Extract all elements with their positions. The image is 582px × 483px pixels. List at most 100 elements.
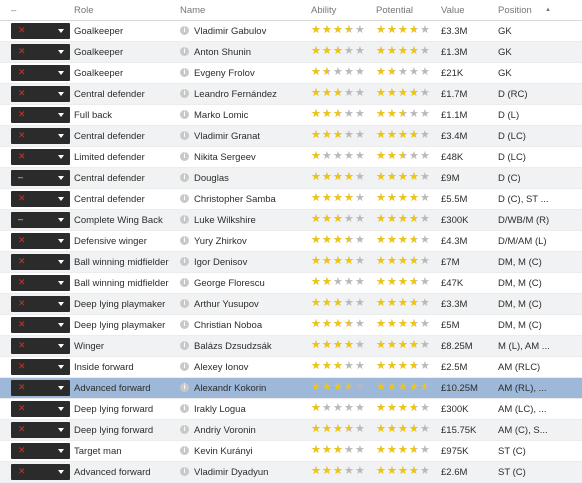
- info-icon[interactable]: i: [180, 425, 189, 434]
- player-name[interactable]: Anton Shunin: [194, 47, 308, 58]
- player-name[interactable]: Leandro Fernández: [194, 89, 308, 100]
- table-row[interactable]: ✕ Advanced forward i Vladimir Dyadyun ★ ★ ★ ★ ★ ★…: [0, 462, 582, 483]
- pick-dropdown[interactable]: ✕: [11, 44, 70, 60]
- player-name[interactable]: Christian Noboa: [194, 320, 308, 331]
- player-name[interactable]: Evgeny Frolov: [194, 68, 308, 79]
- role-label[interactable]: Ball winning midfielder: [74, 278, 178, 289]
- column-header-pkd[interactable]: –: [11, 5, 16, 16]
- player-name[interactable]: Balázs Dzsudzsák: [194, 341, 308, 352]
- table-row[interactable]: ✕ Advanced forward i Alexandr Kokorin ★ ★ ★ ★ ★ ★…: [0, 378, 582, 399]
- info-icon[interactable]: i: [180, 404, 189, 413]
- info-icon[interactable]: i: [180, 467, 189, 476]
- pick-dropdown[interactable]: ✕: [11, 338, 70, 354]
- info-icon[interactable]: i: [180, 47, 189, 56]
- table-row[interactable]: ✕ Deep lying forward i Irakly Logua ★ ★ ★ ★ ★ ★ ★ ★…: [0, 399, 582, 420]
- pick-dropdown[interactable]: –: [11, 170, 70, 186]
- player-name[interactable]: Vladimir Dyadyun: [194, 467, 308, 478]
- pick-dropdown[interactable]: ✕: [11, 23, 70, 39]
- info-icon[interactable]: i: [180, 173, 189, 182]
- table-row[interactable]: – Complete Wing Back i Luke Wilkshire ★ ★ ★ ★ ★ ★…: [0, 210, 582, 231]
- role-label[interactable]: Defensive winger: [74, 236, 178, 247]
- table-row[interactable]: ✕ Target man i Kevin Kurányi ★ ★ ★ ★ ★ ★ ★ ★ ★ ★ ★ ★ ★ ★ ★…: [0, 441, 582, 462]
- pick-dropdown[interactable]: ✕: [11, 107, 70, 123]
- pick-dropdown[interactable]: ✕: [11, 401, 70, 417]
- pick-dropdown[interactable]: ✕: [11, 254, 70, 270]
- role-label[interactable]: Goalkeeper: [74, 68, 178, 79]
- role-label[interactable]: Target man: [74, 446, 178, 457]
- role-label[interactable]: Advanced forward: [74, 383, 178, 394]
- role-label[interactable]: Central defender: [74, 194, 178, 205]
- info-icon[interactable]: i: [180, 299, 189, 308]
- player-name[interactable]: Marko Lomic: [194, 110, 308, 121]
- player-name[interactable]: Kevin Kurányi: [194, 446, 308, 457]
- info-icon[interactable]: i: [180, 194, 189, 203]
- pick-dropdown[interactable]: ✕: [11, 191, 70, 207]
- table-row[interactable]: ✕ Central defender i Leandro Fernández ★ ★ ★ ★ ★…: [0, 84, 582, 105]
- table-row[interactable]: ✕ Deep lying playmaker i Christian Noboa ★ ★ ★…: [0, 315, 582, 336]
- role-label[interactable]: Winger: [74, 341, 178, 352]
- sort-ascending-icon[interactable]: ▲: [545, 7, 551, 13]
- info-icon[interactable]: i: [180, 89, 189, 98]
- info-icon[interactable]: i: [180, 131, 189, 140]
- role-label[interactable]: Deep lying forward: [74, 425, 178, 436]
- info-icon[interactable]: i: [180, 341, 189, 350]
- info-icon[interactable]: i: [180, 257, 189, 266]
- info-icon[interactable]: i: [180, 236, 189, 245]
- table-row[interactable]: ✕ Inside forward i Alexey Ionov ★ ★ ★ ★ ★ ★ ★ ★ ★ ★ ★ ★…: [0, 357, 582, 378]
- role-label[interactable]: Advanced forward: [74, 467, 178, 478]
- column-header-position[interactable]: Position: [498, 5, 532, 16]
- table-row[interactable]: ✕Full backiMarko Lomic★★★★★★★★★★★★★★★★★★…: [0, 105, 582, 126]
- role-label[interactable]: Limited defender: [74, 152, 178, 163]
- pick-dropdown[interactable]: ✕: [11, 443, 70, 459]
- column-header-role[interactable]: Role: [74, 5, 94, 16]
- role-label[interactable]: Central defender: [74, 89, 178, 100]
- table-row[interactable]: ✕ Ball winning midfielder i Igor Denisov ★ ★ ★…: [0, 252, 582, 273]
- table-row[interactable]: ✕ Ball winning midfielder i George Florescu…: [0, 273, 582, 294]
- role-label[interactable]: Deep lying playmaker: [74, 299, 178, 310]
- table-row[interactable]: ✕ Winger i Balázs Dzsudzsák ★ ★ ★ ★ ★ ★ ★ ★ ★ ★ ★ ★ ★ ★ ★ ★…: [0, 336, 582, 357]
- pick-dropdown[interactable]: ✕: [11, 128, 70, 144]
- table-row[interactable]: ✕ Central defender i Christopher Samba ★ ★ ★ ★ ★…: [0, 189, 582, 210]
- info-icon[interactable]: i: [180, 26, 189, 35]
- player-name[interactable]: Yury Zhirkov: [194, 236, 308, 247]
- column-header-name[interactable]: Name: [180, 5, 205, 16]
- pick-dropdown[interactable]: ✕: [11, 380, 70, 396]
- pick-dropdown[interactable]: ✕: [11, 86, 70, 102]
- pick-dropdown[interactable]: ✕: [11, 65, 70, 81]
- player-name[interactable]: Vladimir Granat: [194, 131, 308, 142]
- info-icon[interactable]: i: [180, 278, 189, 287]
- player-name[interactable]: George Florescu: [194, 278, 308, 289]
- table-row[interactable]: ✕ Deep lying forward i Andriy Voronin ★ ★ ★ ★ ★ ★…: [0, 420, 582, 441]
- pick-dropdown[interactable]: ✕: [11, 149, 70, 165]
- table-row[interactable]: ✕ Deep lying playmaker i Arthur Yusupov ★ ★ ★ ★…: [0, 294, 582, 315]
- player-name[interactable]: Arthur Yusupov: [194, 299, 308, 310]
- role-label[interactable]: Full back: [74, 110, 178, 121]
- player-name[interactable]: Alexey Ionov: [194, 362, 308, 373]
- role-label[interactable]: Ball winning midfielder: [74, 257, 178, 268]
- info-icon[interactable]: i: [180, 362, 189, 371]
- player-name[interactable]: Andriy Voronin: [194, 425, 308, 436]
- column-header-ability[interactable]: Ability: [311, 5, 336, 16]
- pick-dropdown[interactable]: ✕: [11, 464, 70, 480]
- table-row[interactable]: ✕ Goalkeeper i Vladimir Gabulov ★ ★ ★ ★ ★ ★ ★ ★ ★ ★ ★ ★…: [0, 21, 582, 42]
- role-label[interactable]: Inside forward: [74, 362, 178, 373]
- pick-dropdown[interactable]: ✕: [11, 317, 70, 333]
- info-icon[interactable]: i: [180, 446, 189, 455]
- role-label[interactable]: Complete Wing Back: [74, 215, 178, 226]
- player-name[interactable]: Vladimir Gabulov: [194, 26, 308, 37]
- info-icon[interactable]: i: [180, 152, 189, 161]
- pick-dropdown[interactable]: ✕: [11, 275, 70, 291]
- player-name[interactable]: Christopher Samba: [194, 194, 308, 205]
- role-label[interactable]: Deep lying playmaker: [74, 320, 178, 331]
- role-label[interactable]: Central defender: [74, 131, 178, 142]
- pick-dropdown[interactable]: ✕: [11, 296, 70, 312]
- table-row[interactable]: ✕ Central defender i Vladimir Granat ★ ★ ★ ★ ★ ★ ★…: [0, 126, 582, 147]
- pick-dropdown[interactable]: ✕: [11, 359, 70, 375]
- column-header-value[interactable]: Value: [441, 5, 465, 16]
- table-row[interactable]: ✕ Goalkeeper i Anton Shunin ★ ★ ★ ★ ★ ★ ★ ★ ★ ★ ★ ★ ★ ★ ★ ★…: [0, 42, 582, 63]
- player-name[interactable]: Luke Wilkshire: [194, 215, 308, 226]
- info-icon[interactable]: i: [180, 110, 189, 119]
- player-name[interactable]: Nikita Sergeev: [194, 152, 308, 163]
- player-name[interactable]: Igor Denisov: [194, 257, 308, 268]
- table-row[interactable]: – Central defender i Douglas ★ ★ ★ ★ ★ ★ ★ ★ ★ ★ ★ ★ ★ ★ ★…: [0, 168, 582, 189]
